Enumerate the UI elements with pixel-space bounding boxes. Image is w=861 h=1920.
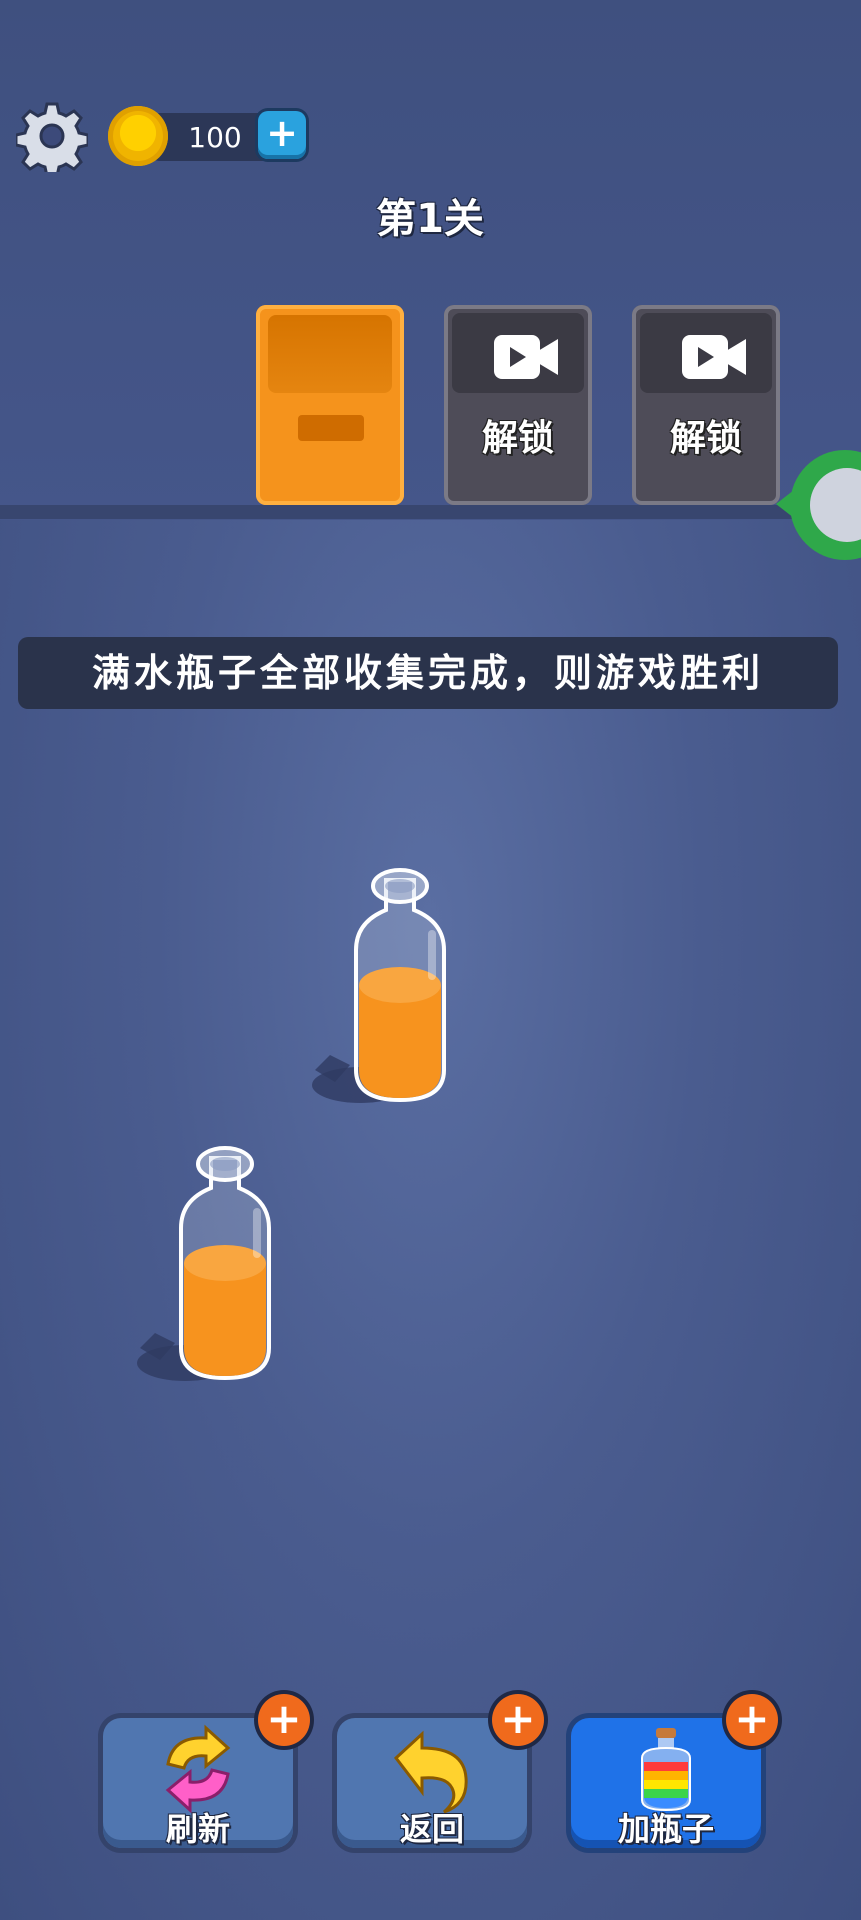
add-coins-button[interactable]: + [258,111,306,159]
refresh-arrows-icon [165,1724,231,1814]
coin-icon [108,106,168,166]
add-bottle-button[interactable]: 加瓶子 + [571,1694,778,1848]
floating-pointer [776,490,794,518]
shelf-divider [0,505,861,519]
undo-plus-badge[interactable]: + [492,1694,544,1746]
level-title: 第1关 [376,196,484,242]
bottle[interactable] [310,860,510,1120]
video-camera-icon [682,335,746,379]
slot-handle [298,415,364,441]
add-bottle-plus-badge[interactable]: + [726,1694,778,1746]
hint-banner: 满水瓶子全部收集完成，则游戏胜利 [18,637,838,709]
slot-top [640,313,772,393]
gamepad-icon [810,468,861,542]
unlock-label: 解锁 [481,418,554,459]
coin-count: 100 [188,121,242,154]
locked-slot-1[interactable]: 解锁 [444,305,592,505]
settings-gear-icon[interactable] [16,100,88,172]
refresh-plus-badge[interactable]: + [258,1694,310,1746]
glass-highlight [253,1208,261,1258]
video-camera-icon [494,335,558,379]
glass-highlight [428,930,436,980]
undo-label: 返回 [399,1810,464,1848]
undo-arrow-icon [393,1730,468,1814]
collection-slot-open [256,305,404,505]
undo-button[interactable]: 返回 + [337,1694,544,1848]
bottle[interactable] [135,1138,335,1398]
unlock-label: 解锁 [669,418,742,459]
slot-opening [268,315,392,393]
refresh-button[interactable]: 刷新 + [103,1694,310,1848]
add-bottle-label: 加瓶子 [617,1810,714,1848]
slot-top [452,313,584,393]
refresh-label: 刷新 [165,1810,230,1848]
rainbow-bottle-icon [641,1728,691,1812]
locked-slot-2[interactable]: 解锁 [632,305,780,505]
